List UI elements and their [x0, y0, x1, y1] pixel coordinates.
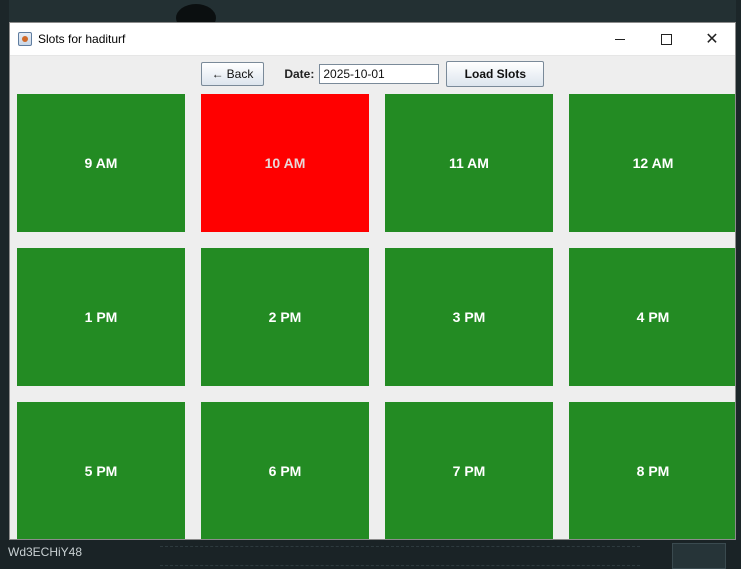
background-thumbnail: [672, 543, 726, 569]
slot-button-8-pm[interactable]: 8 PM: [569, 402, 735, 539]
slot-button-3-pm[interactable]: 3 PM: [385, 248, 553, 386]
slot-button-4-pm[interactable]: 4 PM: [569, 248, 735, 386]
date-input[interactable]: 2025-10-01: [319, 64, 440, 84]
slot-button-9-am[interactable]: 9 AM: [17, 94, 185, 232]
background-doodle: [160, 546, 640, 566]
desktop-background-top: [0, 0, 741, 22]
desktop-background-left-edge: [0, 0, 9, 540]
toolbar: ← Back Date: 2025-10-01 Load Slots: [10, 56, 735, 92]
slot-button-5-pm[interactable]: 5 PM: [17, 402, 185, 539]
window-controls: ✕: [597, 23, 735, 55]
date-label: Date:: [284, 67, 315, 81]
slot-button-11-am[interactable]: 11 AM: [385, 94, 553, 232]
maximize-button[interactable]: [643, 23, 689, 55]
title-bar[interactable]: Slots for haditurf ✕: [10, 23, 735, 56]
slots-window: Slots for haditurf ✕ ← Back Date: 2025-1…: [9, 22, 736, 540]
slot-grid: 9 AM 10 AM 11 AM 12 AM 1 PM 2 PM 3 PM 4 PM 5 PM 6…: [17, 94, 735, 539]
slot-button-7-pm[interactable]: 7 PM: [385, 402, 553, 539]
slot-button-12-am[interactable]: 12 AM: [569, 94, 735, 232]
background-text: Wd3ECHiY48: [8, 545, 83, 559]
load-slots-button[interactable]: Load Slots: [446, 61, 545, 87]
slot-button-6-pm[interactable]: 6 PM: [201, 402, 369, 539]
arrow-left-icon: ←: [211, 67, 224, 81]
minimize-icon: [615, 38, 625, 40]
slot-button-1-pm[interactable]: 1 PM: [17, 248, 185, 386]
close-icon: ✕: [705, 31, 719, 48]
back-button-label: Back: [226, 67, 254, 81]
java-app-icon: [18, 32, 32, 46]
back-button[interactable]: ← Back: [200, 62, 265, 86]
close-button[interactable]: ✕: [689, 23, 735, 55]
minimize-button[interactable]: [597, 23, 643, 55]
slot-button-2-pm[interactable]: 2 PM: [201, 248, 369, 386]
slot-button-10-am[interactable]: 10 AM: [201, 94, 369, 232]
desktop-background-right-edge: [736, 0, 741, 540]
window-title: Slots for haditurf: [38, 32, 126, 46]
maximize-icon: [660, 33, 672, 45]
